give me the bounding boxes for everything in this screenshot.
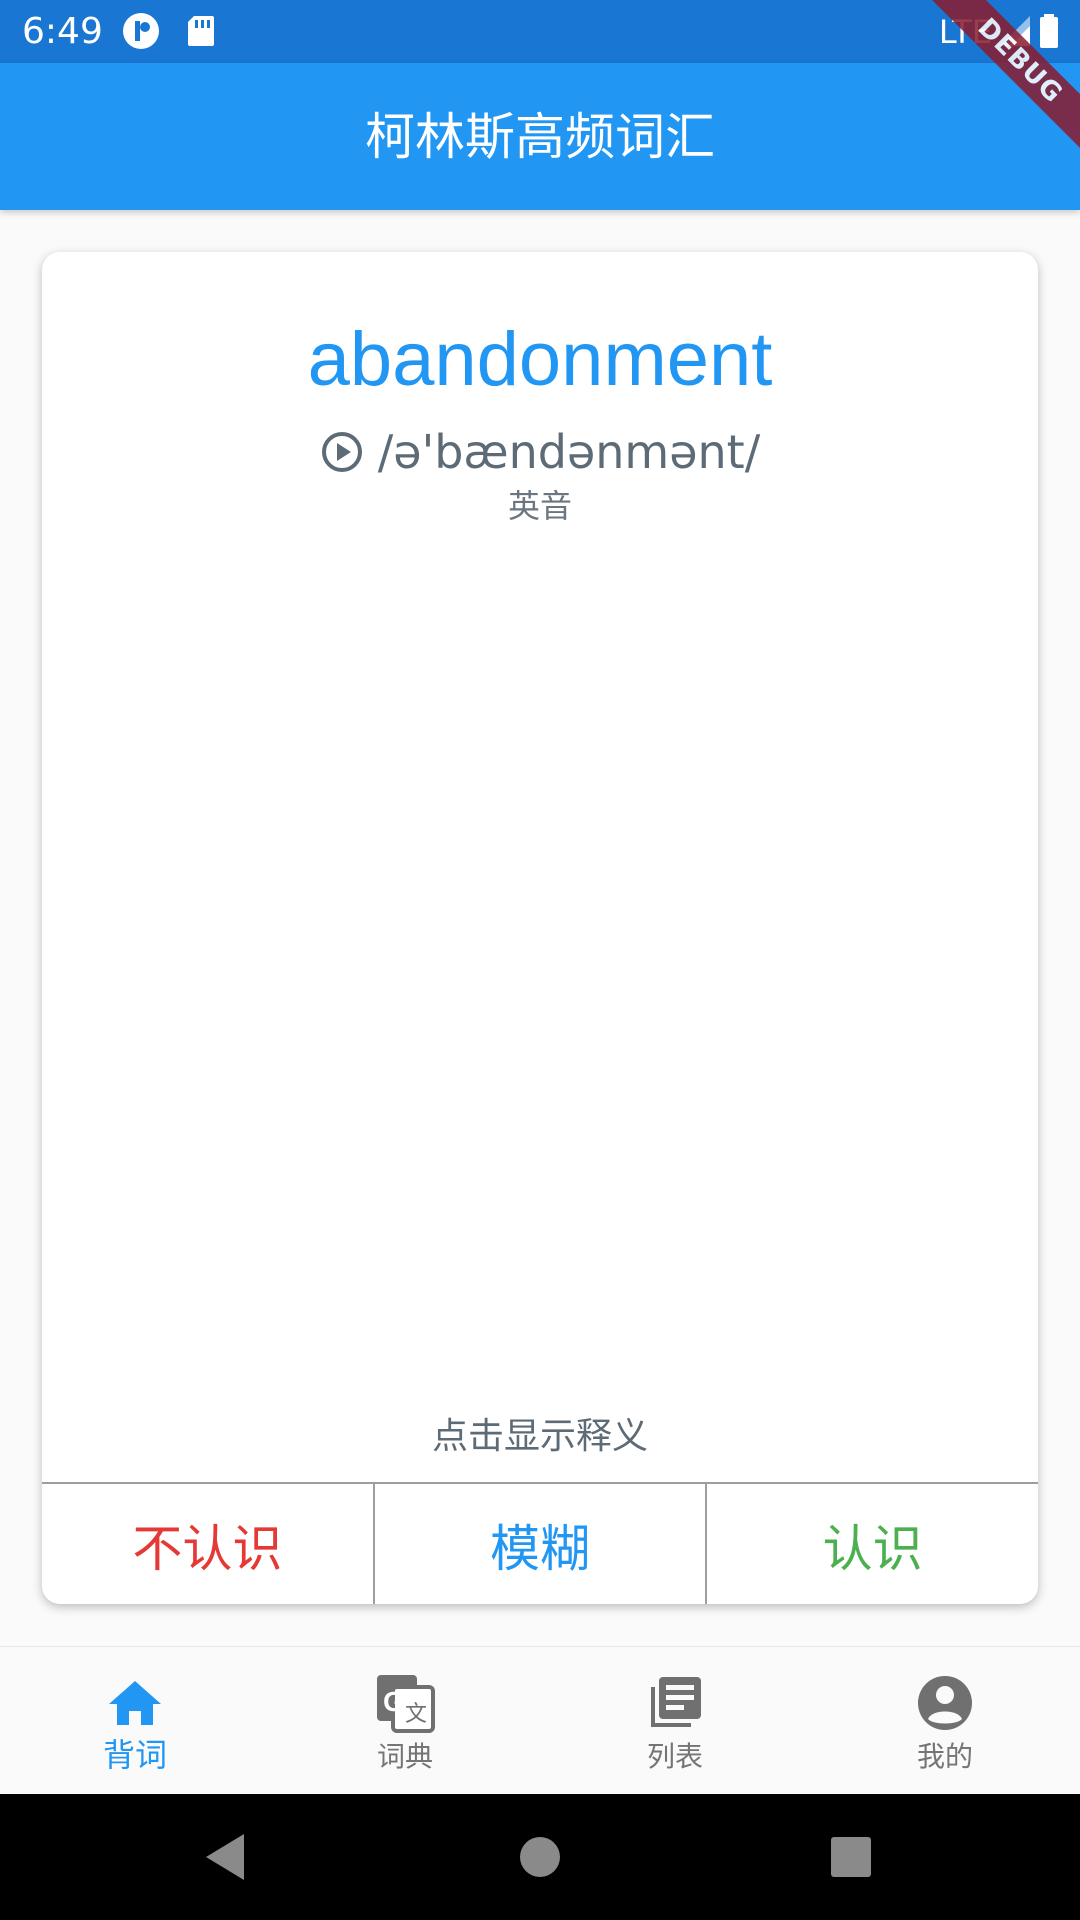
nav-item-dictionary[interactable]: G 文 词典 — [270, 1647, 540, 1795]
library-books-icon — [645, 1673, 705, 1733]
home-icon — [105, 1673, 165, 1733]
known-button[interactable]: 认识 — [705, 1484, 1038, 1604]
account-circle-icon — [915, 1673, 975, 1733]
word-card[interactable]: abandonment /ə'bændənmənt/ 英音 点击显示释义 不认识… — [42, 252, 1038, 1604]
app-bar: 柯林斯高频词汇 — [0, 63, 1080, 210]
page-title: 柯林斯高频词汇 — [365, 108, 715, 166]
reveal-definition-hint[interactable]: 点击显示释义 — [42, 1412, 1038, 1462]
unknown-button[interactable]: 不认识 — [42, 1484, 373, 1604]
battery-icon — [1030, 12, 1068, 50]
network-type: LTE — [938, 13, 992, 51]
play-pronunciation-icon[interactable] — [320, 426, 364, 472]
nav-item-profile[interactable]: 我的 — [810, 1647, 1080, 1795]
system-navigation-bar — [0, 1794, 1080, 1920]
app-indicator-icon — [122, 12, 160, 50]
word-text: abandonment — [307, 317, 773, 402]
phonetic-row: /ə'bændənmənt/ — [42, 420, 1038, 484]
fuzzy-button[interactable]: 模糊 — [372, 1484, 706, 1604]
nav-label-list: 列表 — [646, 1740, 703, 1773]
svg-text:G: G — [383, 1686, 405, 1717]
nav-item-list[interactable]: 列表 — [540, 1647, 810, 1795]
translate-icon: G 文 — [375, 1673, 435, 1733]
bottom-navigation: 背词 G 文 词典 列表 我的 — [0, 1646, 1080, 1795]
sd-card-icon — [182, 12, 220, 50]
accent-label: 英音 — [507, 487, 572, 525]
status-bar: 6:49 LTE — [0, 0, 1080, 63]
status-time: 6:49 — [22, 11, 103, 52]
back-icon[interactable] — [192, 1824, 258, 1890]
answer-buttons: 不认识 模糊 认识 — [42, 1482, 1038, 1604]
nav-label-dictionary: 词典 — [376, 1740, 433, 1773]
recents-icon[interactable] — [818, 1824, 884, 1890]
nav-label-profile: 我的 — [916, 1740, 973, 1773]
svg-text:文: 文 — [405, 1702, 427, 1727]
phonetic-text: /ə'bændənmənt/ — [377, 425, 761, 479]
signal-icon — [996, 12, 1034, 50]
nav-item-study[interactable]: 背词 — [0, 1647, 270, 1795]
home-circle-icon[interactable] — [507, 1824, 573, 1890]
nav-label-study: 背词 — [102, 1736, 167, 1774]
